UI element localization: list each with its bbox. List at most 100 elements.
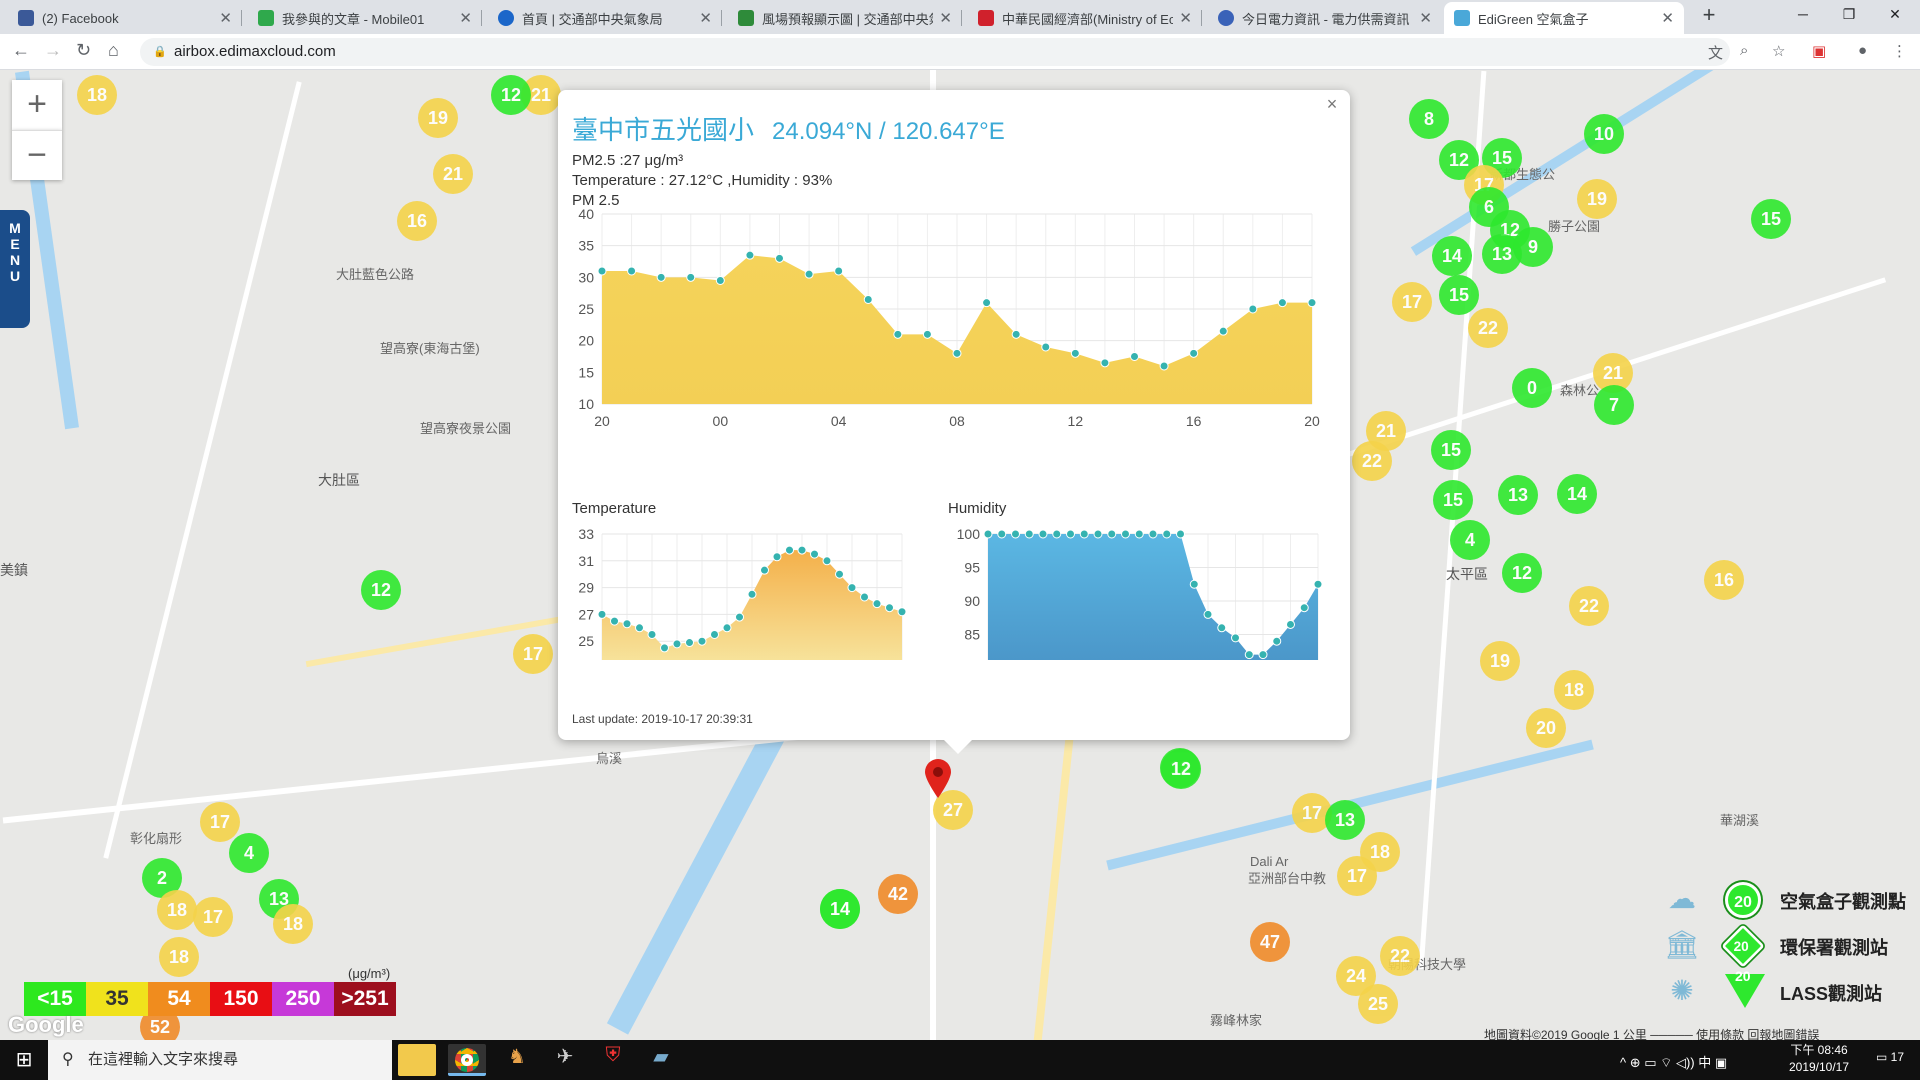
zoom-in-button[interactable]: + (12, 80, 62, 130)
tab-edigreen[interactable]: EdiGreen 空氣盒子 ✕ (1444, 2, 1684, 34)
aq-station-marker[interactable]: 14 (1557, 474, 1597, 514)
clock[interactable]: 下午 08:46 2019/10/17 (1784, 1042, 1854, 1076)
system-tray[interactable]: ^ ⊕ ▭ ⌔ ◁)) 中 ▣ (1620, 1052, 1727, 1071)
aq-station-marker[interactable]: 20 (1526, 708, 1566, 748)
zoom-icon[interactable]: ⌕ (1740, 42, 1748, 59)
data-point (1299, 603, 1309, 613)
address-bar[interactable]: 🔒 airbox.edimaxcloud.com (140, 38, 1730, 66)
aq-station-marker[interactable]: 17 (513, 634, 553, 674)
zoom-out-button[interactable]: − (12, 130, 62, 180)
close-icon[interactable]: ✕ (939, 9, 952, 27)
aq-station-marker[interactable]: 15 (1433, 480, 1473, 520)
windows-start-icon[interactable]: ⊞ (0, 1040, 48, 1080)
tab-cwb[interactable]: 首頁 | 交通部中央氣象局 ✕ (488, 2, 722, 34)
aq-station-marker[interactable]: 14 (1432, 236, 1472, 276)
aq-station-marker[interactable]: 16 (1704, 560, 1744, 600)
aq-station-marker[interactable]: 18 (159, 937, 199, 977)
aq-station-marker[interactable]: 14 (820, 889, 860, 929)
minimize-button[interactable]: ─ (1780, 0, 1826, 30)
aq-station-marker[interactable]: 19 (418, 98, 458, 138)
aq-station-marker[interactable]: 25 (1358, 984, 1398, 1024)
data-point (1313, 579, 1323, 589)
aq-station-marker[interactable]: 22 (1468, 308, 1508, 348)
aq-station-marker[interactable]: 18 (273, 904, 313, 944)
aq-station-marker[interactable]: 17 (193, 897, 233, 937)
aq-station-marker[interactable]: 13 (1498, 475, 1538, 515)
legend-marker: 20 (1725, 882, 1761, 918)
app-icon[interactable]: ♞ (498, 1044, 536, 1076)
aq-station-marker[interactable]: 15 (1431, 430, 1471, 470)
aq-station-marker[interactable]: 18 (157, 890, 197, 930)
temp-humidity-reading: Temperature : 27.12°C ,Humidity : 93% (572, 172, 833, 189)
aq-station-marker[interactable]: 47 (1250, 922, 1290, 962)
bookmark-star-icon[interactable]: ☆ (1772, 42, 1785, 60)
aq-station-marker[interactable]: 18 (1554, 670, 1594, 710)
aq-station-marker[interactable]: 8 (1409, 99, 1449, 139)
tab-power-info[interactable]: 今日電力資訊 - 電力供需資訊 - 台 ✕ (1208, 2, 1442, 34)
close-icon[interactable]: ✕ (1661, 9, 1674, 27)
close-icon[interactable]: ✕ (699, 9, 712, 27)
new-tab-button[interactable]: + (1695, 2, 1723, 28)
forward-icon[interactable]: → (44, 40, 62, 61)
data-point (1121, 529, 1130, 539)
tab-wind-forecast[interactable]: 風場預報顯示圖 | 交通部中央氣象 ✕ (728, 2, 962, 34)
aq-station-marker[interactable]: 0 (1512, 368, 1552, 408)
profile-icon[interactable]: ● (1858, 42, 1867, 59)
aq-station-marker[interactable]: 4 (229, 833, 269, 873)
station-coords: 24.094°N / 120.647°E (772, 118, 1005, 145)
aq-station-marker[interactable]: 12 (1502, 553, 1542, 593)
data-point (597, 266, 607, 276)
aq-station-marker[interactable]: 21 (433, 154, 473, 194)
aq-station-marker[interactable]: 13 (1482, 234, 1522, 274)
aq-station-marker[interactable]: 17 (1392, 282, 1432, 322)
aq-station-marker[interactable]: 22 (1352, 441, 1392, 481)
tab-moea[interactable]: 中華民國經濟部(Ministry of Eco ✕ (968, 2, 1202, 34)
map-label: 大肚區 (318, 472, 360, 488)
app-icon[interactable]: ▰ (642, 1044, 680, 1076)
menu-dots-icon[interactable]: ⋮ (1892, 42, 1907, 60)
legend-marker-value: 20 (1733, 940, 1749, 955)
tab-mobile01[interactable]: 我參與的文章 - Mobile01 ✕ (248, 2, 482, 34)
legend-marker: 20 (1721, 924, 1765, 968)
restore-button[interactable]: ❐ (1826, 0, 1872, 30)
aq-station-marker[interactable]: 22 (1569, 586, 1609, 626)
aq-station-marker[interactable]: 12 (491, 75, 531, 115)
selected-station-pin[interactable] (923, 758, 953, 798)
aq-station-marker[interactable]: 12 (361, 570, 401, 610)
side-menu-tab[interactable]: MENU (0, 210, 30, 328)
aq-station-marker[interactable]: 10 (1584, 114, 1624, 154)
aq-station-marker[interactable]: 17 (1337, 856, 1377, 896)
app-icon[interactable]: ⛨ (594, 1044, 632, 1076)
aq-station-marker[interactable]: 7 (1594, 385, 1634, 425)
close-window-button[interactable]: ✕ (1872, 0, 1918, 30)
extension-icon[interactable]: ▣ (1812, 42, 1826, 60)
aq-station-marker[interactable]: 17 (200, 802, 240, 842)
app-icon[interactable]: ✈ (546, 1044, 584, 1076)
aq-station-marker[interactable]: 15 (1439, 275, 1479, 315)
home-icon[interactable]: ⌂ (108, 40, 119, 61)
reload-icon[interactable]: ↻ (76, 40, 91, 61)
popup-close-button[interactable]: × (1322, 94, 1342, 115)
file-explorer-icon[interactable] (398, 1044, 436, 1076)
aq-station-marker[interactable]: 12 (1161, 749, 1201, 789)
aq-station-marker[interactable]: 18 (77, 75, 117, 115)
aq-station-marker[interactable]: 15 (1751, 199, 1791, 239)
taskbar-search[interactable]: ⚲ 在這裡輸入文字來搜尋 (48, 1040, 392, 1080)
aq-station-marker[interactable]: 22 (1380, 936, 1420, 976)
close-icon[interactable]: ✕ (459, 9, 472, 27)
close-icon[interactable]: ✕ (219, 9, 232, 27)
close-icon[interactable]: ✕ (1419, 9, 1432, 27)
aq-station-marker[interactable]: 13 (1325, 800, 1365, 840)
notification-icon[interactable]: ▭ 17 (1876, 1050, 1904, 1064)
aq-station-marker[interactable]: 19 (1480, 641, 1520, 681)
aq-station-marker[interactable]: 4 (1450, 520, 1490, 560)
back-icon[interactable]: ← (12, 40, 30, 61)
tab-facebook[interactable]: (2) Facebook ✕ (8, 2, 242, 34)
map-canvas[interactable]: 大肚藍色公路 望高寮(東海古堡) 望高寮夜景公園 大肚區 美鎮 太平區 新都生態… (0, 70, 1920, 1040)
chrome-icon[interactable] (448, 1044, 486, 1076)
aq-station-marker[interactable]: 16 (397, 201, 437, 241)
close-icon[interactable]: ✕ (1179, 9, 1192, 27)
aq-station-marker[interactable]: 19 (1577, 179, 1617, 219)
translate-icon[interactable]: 文 (1708, 42, 1723, 63)
aq-station-marker[interactable]: 42 (878, 874, 918, 914)
